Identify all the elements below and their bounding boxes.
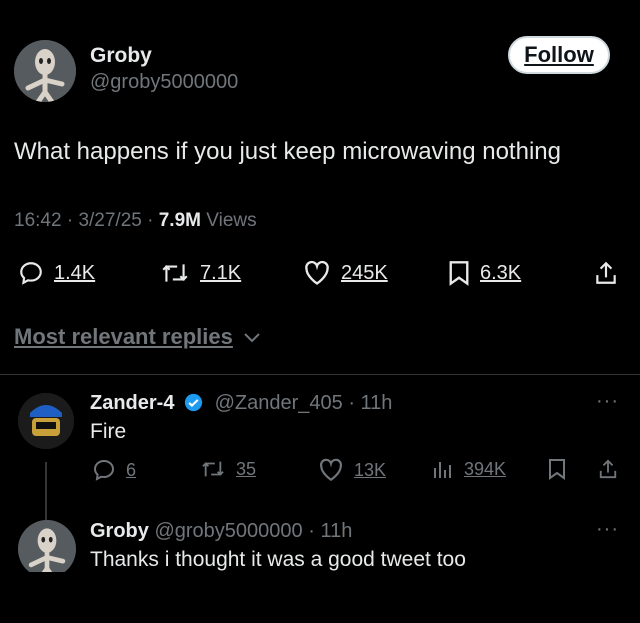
reply-icon [20, 262, 42, 285]
reply-button[interactable]: 1.4K [18, 260, 95, 286]
reply-author-handle[interactable]: @groby5000000 [154, 520, 302, 542]
reply-repost-count: 35 [236, 458, 257, 479]
share-icon [596, 261, 616, 284]
bookmark-count: 6.3K [480, 261, 522, 284]
replies-sort-dropdown[interactable]: Most relevant replies [14, 324, 261, 350]
meta-separator: · [308, 520, 321, 542]
repost-icon [202, 461, 224, 477]
follow-button[interactable]: Follow [508, 36, 610, 74]
verified-badge-icon [184, 393, 203, 412]
share-button[interactable] [594, 260, 618, 286]
more-options-icon[interactable]: ··· [596, 518, 619, 541]
tweet-meta: 16:42 · 3/27/25 · 7.9M Views [14, 210, 257, 232]
reply-repost-button[interactable]: 35 [200, 458, 256, 480]
meta-separator: · [348, 392, 361, 414]
author-name[interactable]: Groby [90, 44, 152, 68]
reply-time[interactable]: 11h [320, 520, 352, 542]
reply-icon [93, 459, 115, 481]
reply-like-button[interactable]: 13K [318, 458, 386, 482]
repost-button[interactable]: 7.1K [160, 260, 241, 286]
reply-like-count: 13K [354, 459, 387, 480]
bottom-bar [0, 572, 640, 623]
bookmark-button[interactable]: 6.3K [448, 260, 521, 286]
tweet-date[interactable]: 3/27/25 [78, 210, 141, 231]
reply-reply-button[interactable]: 6 [92, 458, 136, 482]
reply-header: Groby @groby5000000 · 11h [90, 520, 352, 543]
reply-bookmark-button[interactable] [548, 458, 566, 480]
alien-avatar-icon [18, 520, 76, 578]
share-icon [599, 459, 617, 479]
reply-header: Zander-4 @Zander_405 · 11h [90, 392, 392, 415]
more-options-icon[interactable]: ··· [596, 390, 619, 413]
reply-author-name[interactable]: Zander-4 [90, 392, 174, 414]
reply-time[interactable]: 11h [361, 392, 393, 414]
author-avatar[interactable] [14, 40, 76, 102]
meta-separator: · [147, 210, 159, 231]
meta-separator: · [66, 210, 79, 231]
reply-count: 1.4K [54, 261, 96, 284]
repost-icon [162, 264, 188, 282]
views-label: Views [206, 210, 257, 231]
reply-views-button[interactable]: 394K [432, 458, 506, 480]
tweet-text: What happens if you just keep microwavin… [14, 138, 561, 165]
views-count: 7.9M [158, 210, 201, 231]
bookmark-icon [449, 261, 469, 286]
divider [0, 374, 640, 375]
reply-share-button[interactable] [598, 458, 618, 480]
reply-text: Thanks i thought it was a good tweet too [90, 548, 466, 571]
like-count: 245K [341, 261, 388, 284]
reply-author-name[interactable]: Groby [90, 520, 149, 542]
like-icon [305, 260, 329, 285]
reply-avatar[interactable] [18, 393, 74, 449]
thread-line [45, 462, 47, 520]
sort-label: Most relevant replies [14, 324, 233, 349]
like-icon [320, 458, 342, 482]
bookmark-icon [549, 459, 565, 480]
repost-count: 7.1K [200, 261, 242, 284]
helmet-avatar-icon [18, 393, 74, 449]
reply-avatar[interactable] [18, 520, 76, 578]
reply-reply-count: 6 [126, 459, 137, 480]
tweet-time[interactable]: 16:42 [14, 210, 62, 231]
reply-views-count: 394K [464, 458, 507, 479]
reply-author-handle[interactable]: @Zander_405 [215, 392, 343, 414]
like-button[interactable]: 245K [303, 260, 388, 286]
alien-avatar-icon [14, 40, 76, 102]
analytics-icon [434, 462, 451, 478]
author-handle[interactable]: @groby5000000 [90, 71, 238, 94]
reply-text: Fire [90, 420, 127, 443]
chevron-down-icon [244, 333, 260, 343]
